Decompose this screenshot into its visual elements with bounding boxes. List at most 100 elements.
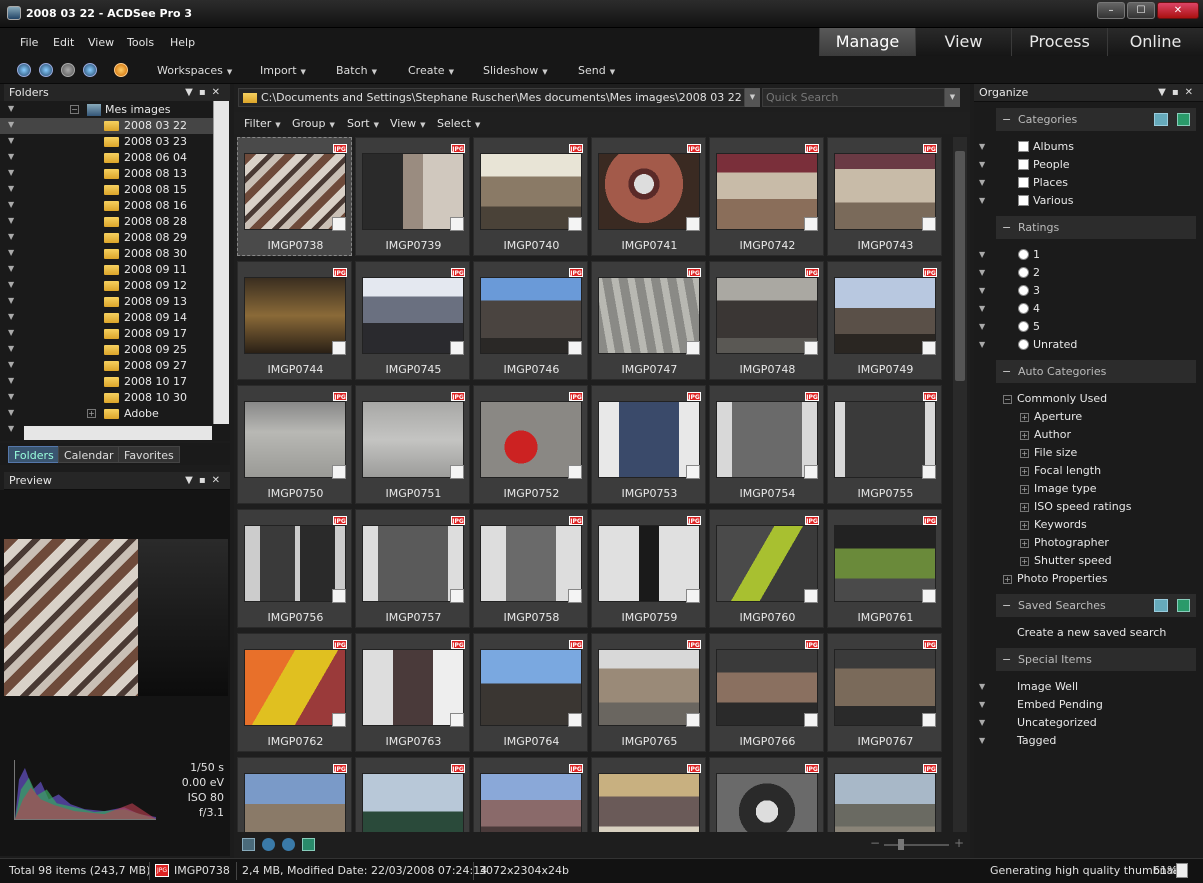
thumbnail-tile[interactable]: JPG (709, 757, 824, 832)
pin-icon[interactable]: ▼ (979, 304, 987, 314)
select-checkbox[interactable] (332, 217, 346, 231)
select-checkbox[interactable] (686, 341, 700, 355)
pin-icon[interactable]: ▼ (979, 142, 987, 152)
pin-icon[interactable]: ▼ (8, 120, 18, 130)
select-menu[interactable]: Select ▼ (437, 117, 480, 130)
pin-icon[interactable]: ▼ (8, 216, 18, 226)
commonly-used[interactable]: − Commonly Used (1003, 392, 1107, 405)
folder-item[interactable]: 2008 10 30 (0, 390, 213, 406)
pin-icon[interactable]: ▼ (8, 312, 18, 322)
pin-icon[interactable]: ▼ (979, 286, 987, 296)
zoom-slider[interactable] (884, 844, 949, 846)
thumbnail-tile[interactable]: JPG IMGP0744 (237, 261, 352, 380)
select-checkbox[interactable] (450, 465, 464, 479)
folder-hscrollbar[interactable] (24, 426, 212, 440)
toolbar-import[interactable]: Import ▼ (260, 64, 306, 77)
view-menu[interactable]: View ▼ (390, 117, 426, 130)
expand-icon[interactable]: + (87, 409, 96, 418)
thumbnail-tile[interactable]: JPG IMGP0762 (237, 633, 352, 752)
grid-scroll-thumb[interactable] (955, 151, 965, 381)
rotate-right-icon[interactable] (282, 838, 295, 851)
thumbnail-tile[interactable]: JPG IMGP0753 (591, 385, 706, 504)
toolbar-create[interactable]: Create ▼ (408, 64, 454, 77)
tab-calendar[interactable]: Calendar (58, 446, 120, 463)
toolbar-workspaces[interactable]: Workspaces ▼ (157, 64, 232, 77)
path-dropdown-icon[interactable]: ▼ (744, 88, 760, 107)
minimize-button[interactable]: – (1097, 2, 1125, 19)
thumbnail-tile[interactable]: JPG (473, 757, 588, 832)
select-checkbox[interactable] (332, 465, 346, 479)
select-checkbox[interactable] (922, 713, 936, 727)
rating-item[interactable]: 3 (1018, 284, 1040, 297)
back-icon[interactable] (39, 63, 53, 77)
pin-icon[interactable]: ▼ (8, 376, 18, 386)
thumbnail-tile[interactable]: JPG IMGP0767 (827, 633, 942, 752)
panel-controls-icon[interactable]: ▼▪✕ (185, 84, 226, 102)
select-checkbox[interactable] (568, 217, 582, 231)
toolbar-slideshow[interactable]: Slideshow ▼ (483, 64, 548, 77)
pin-icon[interactable]: ▼ (8, 200, 18, 210)
select-checkbox[interactable] (450, 341, 464, 355)
select-checkbox[interactable] (804, 465, 818, 479)
thumbnail-tile[interactable]: JPG IMGP0743 (827, 137, 942, 256)
saved-searches-header[interactable]: − Saved Searches (996, 594, 1196, 617)
select-checkbox[interactable] (804, 713, 818, 727)
thumbnail-tile[interactable]: JPG IMGP0758 (473, 509, 588, 628)
auto-category-item[interactable]: + Author (1020, 428, 1071, 441)
folder-item[interactable]: 2008 08 15 (0, 182, 213, 198)
thumbnail-tile[interactable]: JPG IMGP0741 (591, 137, 706, 256)
special-item[interactable]: Uncategorized (1017, 716, 1097, 729)
quick-launch-icon[interactable] (114, 63, 128, 77)
thumbnail-tile[interactable]: JPG IMGP0761 (827, 509, 942, 628)
auto-categories-header[interactable]: − Auto Categories (996, 360, 1196, 383)
thumbnail-tile[interactable]: JPG IMGP0754 (709, 385, 824, 504)
pin-icon[interactable]: ▼ (8, 232, 18, 242)
select-checkbox[interactable] (686, 589, 700, 603)
category-albums[interactable]: Albums (1018, 140, 1074, 153)
pin-icon[interactable]: ▼ (8, 296, 18, 306)
folder-item[interactable]: 2008 10 17 (0, 374, 213, 390)
tab-manage[interactable]: Manage (819, 28, 915, 56)
home-icon[interactable] (17, 63, 31, 77)
forward-icon[interactable] (61, 63, 75, 77)
toolbar-send[interactable]: Send ▼ (578, 64, 615, 77)
thumbnail-tile[interactable]: JPG IMGP0745 (355, 261, 470, 380)
auto-category-item[interactable]: + ISO speed ratings (1020, 500, 1131, 513)
folder-item[interactable]: 2008 03 22 (0, 118, 213, 134)
filter-menu[interactable]: Filter ▼ (244, 117, 281, 130)
pin-icon[interactable]: ▼ (979, 268, 987, 278)
folder-item[interactable]: 2008 08 28 (0, 214, 213, 230)
thumbnail-tile[interactable]: JPG IMGP0765 (591, 633, 706, 752)
folder-item[interactable]: + Adobe (0, 406, 213, 422)
quick-search-input[interactable]: Quick Search (762, 88, 960, 107)
menu-help[interactable]: Help (170, 36, 195, 49)
select-checkbox[interactable] (804, 217, 818, 231)
thumbnail-tile[interactable]: JPG IMGP0756 (237, 509, 352, 628)
pin-icon[interactable]: ▼ (979, 682, 987, 692)
thumbnail-tile[interactable]: JPG (355, 757, 470, 832)
rotate-left-icon[interactable] (262, 838, 275, 851)
thumbnail-tile[interactable]: JPG (237, 757, 352, 832)
folder-item[interactable]: 2008 09 12 (0, 278, 213, 294)
thumbnail-tile[interactable]: JPG IMGP0746 (473, 261, 588, 380)
thumbnail-tile[interactable]: JPG IMGP0747 (591, 261, 706, 380)
folder-item[interactable]: 2008 09 27 (0, 358, 213, 374)
thumbnail-tile[interactable]: JPG IMGP0764 (473, 633, 588, 752)
pin-icon[interactable]: ▼ (8, 184, 18, 194)
select-checkbox[interactable] (922, 465, 936, 479)
thumbnail-tile[interactable]: JPG IMGP0748 (709, 261, 824, 380)
folder-item[interactable]: 2008 03 23 (0, 134, 213, 150)
add-saved-search-icon[interactable] (1177, 599, 1190, 612)
rating-item[interactable]: Unrated (1018, 338, 1077, 351)
pin-icon[interactable]: ▼ (8, 152, 18, 162)
menu-tools[interactable]: Tools (127, 36, 154, 49)
select-checkbox[interactable] (568, 589, 582, 603)
select-checkbox[interactable] (332, 341, 346, 355)
select-checkbox[interactable] (450, 589, 464, 603)
tab-favorites[interactable]: Favorites (118, 446, 180, 463)
pin-icon[interactable]: ▼ (8, 360, 18, 370)
pin-icon[interactable]: ▼ (979, 700, 987, 710)
rating-item[interactable]: 1 (1018, 248, 1040, 261)
tab-process[interactable]: Process (1011, 28, 1107, 56)
folder-item[interactable]: 2008 08 29 (0, 230, 213, 246)
